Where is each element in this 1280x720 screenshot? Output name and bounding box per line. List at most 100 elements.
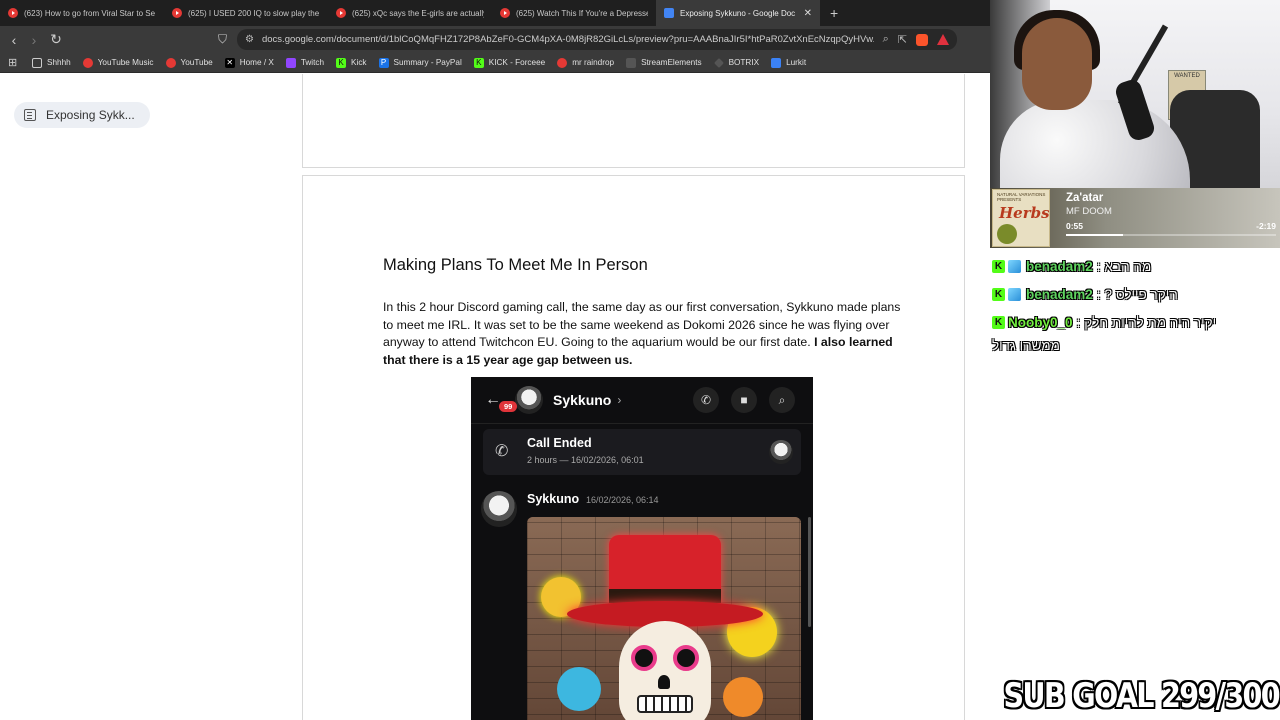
tab-3[interactable]: (625) xQc says the E-girls are actually: [328, 0, 492, 26]
forward-button[interactable]: ›: [24, 32, 44, 48]
chat-message: K Nooby0_0 : יקיר היה מת להיות חלק ממשהו…: [990, 308, 1280, 356]
google-docs-icon: [664, 8, 674, 18]
youtube-icon: [165, 57, 176, 68]
track-artist: MF DOOM: [1066, 206, 1112, 217]
chat-text: יקיר היה מת להיות חלק: [1084, 314, 1217, 330]
discord-screenshot: ← 99 Sykkuno › ✆ ■ ⌕ ✆ Call Ended 2 hour…: [471, 377, 813, 720]
twitch-icon: [285, 57, 296, 68]
tab-5-active[interactable]: Exposing Sykkuno - Google Doc ✕: [656, 0, 820, 26]
skull-nose: [658, 675, 670, 689]
cube-badge-icon: [1008, 259, 1021, 273]
skull-teeth: [637, 695, 693, 713]
bookmark-item[interactable]: StreamElements: [626, 57, 702, 68]
bookmark-item[interactable]: Shhhh: [32, 57, 71, 68]
bookmark-label: Lurkit: [786, 58, 807, 67]
chat-separator: :: [1076, 314, 1081, 330]
browser-window: (623) How to go from Viral Star to Se (6…: [0, 0, 990, 720]
tab-2[interactable]: (625) I USED 200 IQ to slow play the: [164, 0, 328, 26]
url-text: docs.google.com/document/d/1blCoQMqFHZ17…: [261, 34, 874, 45]
progress-track: [1066, 234, 1276, 236]
track-remaining: -2:19: [1256, 221, 1276, 231]
bookmark-item[interactable]: mr raindrop: [557, 57, 615, 68]
address-bar[interactable]: ⚙ docs.google.com/document/d/1blCoQMqFHZ…: [237, 29, 958, 50]
bookmark-item[interactable]: Lurkit: [771, 57, 807, 68]
body-paragraph: In this 2 hour Discord gaming call, the …: [383, 299, 913, 370]
bookmark-item[interactable]: K Kick: [336, 57, 367, 68]
chat-text: מה הבא: [1104, 258, 1152, 274]
kick-icon: K: [336, 57, 347, 68]
skull-artwork-image: [527, 517, 801, 720]
album-cover-figure: [997, 224, 1017, 244]
tab-title: Exposing Sykkuno - Google Doc: [680, 8, 796, 18]
apps-grid-icon[interactable]: ⊞: [8, 56, 20, 69]
document-outline-chip[interactable]: Exposing Sykk...: [14, 102, 150, 128]
dm-name: Sykkuno: [553, 392, 612, 408]
docs-viewport: Exposing Sykk... Making Plans To Meet Me…: [0, 74, 990, 720]
bookmark-item[interactable]: YouTube: [165, 57, 213, 68]
call-ended-card: ✆ Call Ended 2 hours — 16/02/2026, 06:01: [483, 429, 801, 475]
avatar: [515, 386, 543, 414]
streamer-body: [1000, 100, 1190, 188]
tab-title: (623) How to go from Viral Star to Se: [24, 8, 156, 18]
progress-fill: [1066, 234, 1123, 236]
bookmark-item[interactable]: BOTRIX: [713, 57, 760, 68]
tab-1[interactable]: (623) How to go from Viral Star to Se: [0, 0, 164, 26]
youtube-music-icon: [82, 57, 93, 68]
tab-title: (625) xQc says the E-girls are actually: [352, 8, 484, 18]
paypal-icon: P: [378, 57, 389, 68]
tab-strip: (623) How to go from Viral Star to Se (6…: [0, 0, 990, 26]
call-title: Call Ended: [527, 436, 592, 450]
bookmark-item[interactable]: Twitch: [285, 57, 324, 68]
new-tab-button[interactable]: +: [830, 5, 838, 21]
chat-text-continued: ממשהו גדול: [992, 338, 1060, 353]
screen: (623) How to go from Viral Star to Se (6…: [0, 0, 1280, 720]
bookmark-label: BOTRIX: [728, 58, 760, 67]
youtube-icon: [336, 8, 346, 18]
close-tab-icon[interactable]: ✕: [804, 8, 812, 19]
kick-icon: K: [473, 57, 484, 68]
tab-4[interactable]: (625) Watch This If You're a Depresse: [492, 0, 656, 26]
album-cover-title: Herbs: [999, 204, 1050, 222]
phone-icon: ✆: [495, 443, 509, 460]
reload-button[interactable]: ↻: [46, 31, 66, 48]
unread-badge: 99: [499, 401, 518, 412]
streamer-face: [1022, 18, 1092, 110]
brave-rewards-icon[interactable]: [937, 34, 950, 45]
back-button[interactable]: ‹: [4, 32, 24, 48]
zoom-icon[interactable]: ⌕: [883, 33, 889, 46]
bookmark-label: Home / X: [239, 58, 274, 67]
document-page: Making Plans To Meet Me In Person In thi…: [302, 175, 965, 720]
skull-eye: [631, 645, 657, 671]
flower: [557, 667, 601, 711]
x-icon: ✕: [224, 57, 235, 68]
cube-badge-icon: [1008, 287, 1021, 301]
bookmarks-bar: ⊞ Shhhh YouTube Music YouTube ✕ Home / X…: [0, 53, 990, 73]
chat-text: ? היקר פיילס: [1104, 286, 1178, 302]
bookmark-label: KICK - Forceee: [488, 58, 546, 67]
bookmark-item[interactable]: K KICK - Forceee: [473, 57, 546, 68]
album-cover: NATURAL VARIATIONS PRESENTS Herbs: [992, 189, 1050, 247]
bookmark-label: mr raindrop: [572, 58, 615, 67]
bookmark-item[interactable]: ✕ Home / X: [224, 57, 274, 68]
flower: [723, 677, 763, 717]
sub-goal-counter: SUB GOAL 299/300: [1003, 676, 1280, 716]
bookmark-item[interactable]: YouTube Music: [82, 57, 154, 68]
site-info-icon[interactable]: ⚙: [245, 34, 254, 45]
kick-badge-icon: K: [992, 259, 1005, 273]
bookmark-label: Summary - PayPal: [393, 58, 462, 67]
chat-line: K benadam2 : ? היקר פיילס: [990, 280, 1280, 308]
chevron-right-icon: ›: [617, 393, 622, 407]
avatar: [769, 440, 793, 464]
brave-shields-icon[interactable]: [916, 33, 929, 46]
document-icon: [24, 109, 36, 121]
webcam-feed: WANTED: [990, 0, 1280, 188]
chat-message: K benadam2 : מה הבא: [990, 252, 1280, 280]
album-cover-subtitle: NATURAL VARIATIONS PRESENTS: [997, 192, 1046, 202]
bookmark-item[interactable]: P Summary - PayPal: [378, 57, 462, 68]
bookmark-icon[interactable]: ⛉: [218, 32, 227, 47]
message-author: Sykkuno: [527, 492, 580, 506]
share-icon[interactable]: ⇱: [898, 33, 907, 46]
kick-badge-icon: K: [992, 287, 1005, 301]
docs-scrollbar[interactable]: [978, 74, 990, 720]
youtube-icon: [500, 8, 510, 18]
